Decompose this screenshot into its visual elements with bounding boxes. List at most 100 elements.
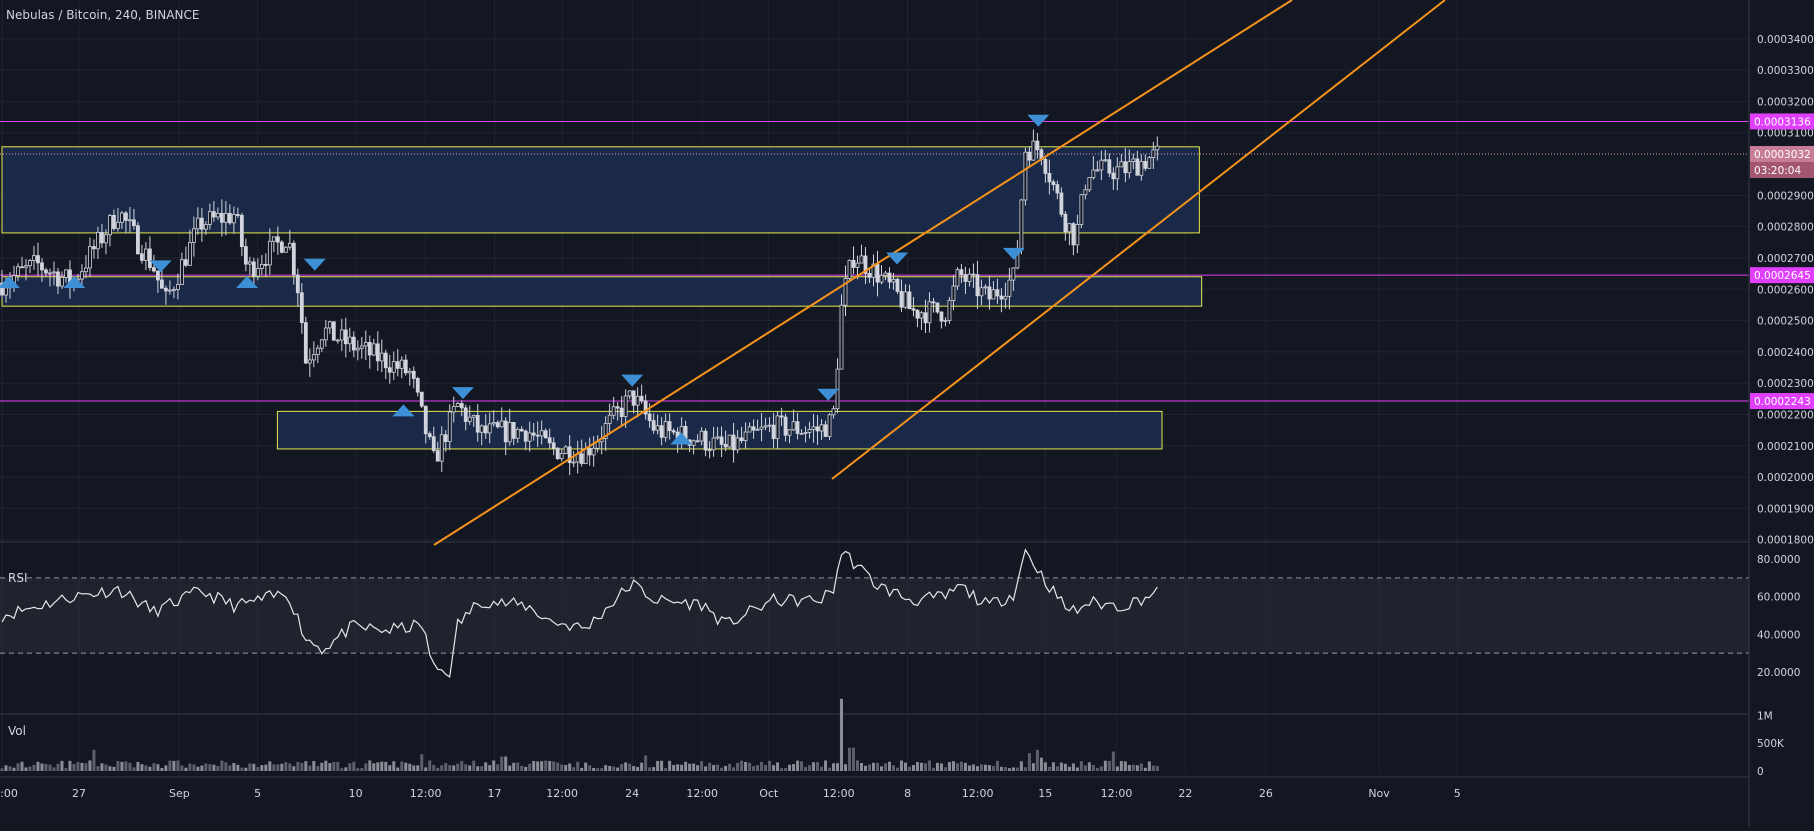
price-label-text: 0.0003032 <box>1754 149 1811 161</box>
volume-bar <box>1151 765 1155 771</box>
candle-body <box>891 278 896 283</box>
volume-bar <box>887 761 891 771</box>
volume-bar <box>52 767 56 771</box>
candle-body <box>355 347 360 351</box>
volume-bar <box>116 761 120 771</box>
volume-bar <box>328 763 332 771</box>
volume-bar <box>448 765 452 771</box>
candle-body <box>311 354 316 361</box>
candle-body <box>255 268 260 277</box>
volume-bar <box>136 761 140 771</box>
volume-bar <box>867 764 871 771</box>
candle-body <box>927 301 932 324</box>
price-label-text: 0.0003136 <box>1754 116 1811 128</box>
volume-bar <box>895 767 899 771</box>
candle-body <box>1103 159 1108 162</box>
candle-body <box>787 429 792 436</box>
volume-bar <box>272 764 276 771</box>
volume-bar <box>724 765 728 771</box>
candle-body <box>403 359 408 374</box>
volume-bar <box>388 765 392 771</box>
volume-bar <box>588 765 592 771</box>
chart-canvas[interactable]: 0.00034000.00033000.00032000.00031000.00… <box>0 0 1814 827</box>
volume-bar <box>480 766 484 771</box>
volume-bar <box>947 762 951 771</box>
candle-body <box>491 422 496 425</box>
volume-bar <box>672 764 676 771</box>
volume-bar <box>92 749 96 771</box>
candle-body <box>1007 279 1012 297</box>
candle-body <box>100 232 104 244</box>
candle-body <box>435 450 440 462</box>
candle-body <box>339 329 344 341</box>
candle-body <box>1115 166 1120 180</box>
candle-body <box>579 453 584 464</box>
candle-body <box>463 407 468 422</box>
volume-bar <box>808 765 812 771</box>
volume-bar <box>875 762 879 771</box>
candle-body <box>883 272 888 276</box>
volume-bar <box>1047 766 1051 771</box>
candle-body <box>383 352 388 369</box>
volume-bar <box>1071 763 1075 771</box>
volume-bar <box>760 761 764 771</box>
volume-bar <box>1131 764 1135 771</box>
candle-body <box>499 420 504 428</box>
candle-body <box>611 406 616 416</box>
volume-bar <box>316 765 320 771</box>
volume-bar <box>220 760 224 771</box>
volume-bar <box>1139 763 1143 771</box>
volume-bar <box>1051 762 1055 771</box>
volume-bar <box>288 763 292 771</box>
volume-bar <box>1147 761 1151 771</box>
volume-bar <box>816 762 820 771</box>
volume-bar <box>396 767 400 771</box>
x-tick-label: 27 <box>72 787 86 800</box>
candle-body <box>32 255 36 261</box>
candle-body <box>799 432 804 435</box>
candle-body <box>335 339 340 342</box>
candle-body <box>495 422 500 428</box>
volume-bar <box>708 762 712 771</box>
candle-body <box>1059 192 1064 215</box>
volume-bar <box>68 760 72 771</box>
candle-body <box>1083 189 1088 196</box>
volume-bar <box>0 768 4 771</box>
volume-bar <box>460 761 464 771</box>
volume-bar <box>652 767 656 771</box>
volume-bar <box>172 760 176 771</box>
volume-bar <box>240 767 244 771</box>
volume-bar <box>216 765 220 771</box>
price-label-text: 0.0002645 <box>1754 270 1811 282</box>
volume-bar <box>648 767 652 771</box>
volume-bar <box>344 767 348 771</box>
candle-body <box>303 322 308 364</box>
volume-bar <box>512 762 516 771</box>
candle-body <box>455 403 460 408</box>
candle-body <box>999 295 1004 300</box>
candle-body <box>60 276 64 287</box>
volume-bar <box>688 763 692 771</box>
candle-body <box>443 434 448 442</box>
volume-bar <box>280 763 284 771</box>
volume-bar <box>204 763 208 771</box>
volume-bar <box>852 747 856 771</box>
volume-bar <box>899 760 903 771</box>
volume-bar <box>728 763 732 771</box>
volume-bar <box>352 761 356 771</box>
y-tick-label: 0.0002500 <box>1757 316 1814 328</box>
volume-bar <box>692 763 696 771</box>
volume-bar <box>800 761 804 771</box>
x-tick-label: 17 <box>487 787 501 800</box>
volume-bar <box>540 761 544 771</box>
volume-bar <box>963 762 967 771</box>
volume-bar <box>1119 761 1123 771</box>
candle-body <box>879 274 884 283</box>
candle-body <box>395 361 400 369</box>
volume-bar <box>332 761 336 771</box>
volume-bar <box>40 763 44 771</box>
candle-body <box>651 420 656 431</box>
volume-bar <box>744 761 748 771</box>
candle-body <box>1147 157 1152 169</box>
volume-bar <box>176 760 180 771</box>
